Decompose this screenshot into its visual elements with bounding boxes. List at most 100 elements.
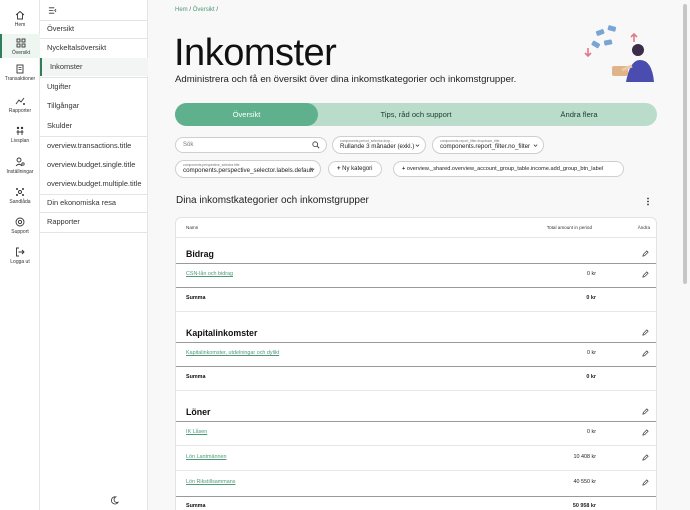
page-subtitle: Administrera och få en översikt över din… — [175, 74, 517, 85]
category-link[interactable]: Lön Lantmännen — [186, 454, 226, 460]
rail-item-support[interactable]: Support — [0, 217, 40, 241]
edit-group-icon[interactable] — [642, 329, 649, 336]
support-icon — [15, 217, 25, 227]
edit-category-icon[interactable] — [642, 454, 649, 461]
add-group-button[interactable]: + overview._shared.overview_account_grou… — [393, 161, 624, 177]
rail-label: Inställningar — [6, 169, 34, 175]
chart-icon — [15, 97, 25, 105]
report-filter-value: components.report_filter.no_filter — [440, 143, 531, 150]
more-options-icon[interactable] — [644, 197, 652, 206]
summa-label: Summa — [186, 374, 206, 380]
rail-item-settings[interactable]: Inställningar — [0, 157, 40, 181]
new-category-button[interactable]: + Ny kategori — [328, 161, 382, 177]
rail-label: Rapporter — [8, 108, 32, 114]
divider — [176, 311, 656, 312]
sandbox-icon — [16, 188, 24, 196]
divider — [176, 421, 656, 422]
rail-label: Sandlåda — [9, 199, 31, 205]
page-title: Inkomster — [174, 32, 337, 74]
tab-bar: Översikt Tips, råd och support Ändra fle… — [175, 103, 657, 126]
category-amount: 0 kr — [587, 271, 596, 277]
divider — [40, 232, 148, 233]
sub-navigation: Översikt Nyckeltalsöversikt Inkomster Ut… — [40, 0, 148, 510]
rail-item-logout[interactable]: Logga ut — [0, 247, 40, 271]
rail-item-home[interactable]: Hem — [0, 10, 40, 34]
group-title: Kapitalinkomster — [186, 328, 258, 338]
period-select[interactable]: components.period_selector.drop... Rulla… — [332, 136, 426, 154]
nav-item-key-figures[interactable]: Nyckeltalsöversikt — [40, 39, 148, 57]
summa-label: Summa — [186, 295, 206, 301]
logout-icon — [16, 247, 25, 257]
edit-category-icon[interactable] — [642, 271, 649, 278]
breadcrumb: Hem / Översikt / — [175, 7, 218, 13]
category-link[interactable]: IK Låsen — [186, 429, 207, 435]
summa-label: Summa — [186, 503, 206, 509]
perspective-select-value: components.perspective_selector.labels.d… — [183, 167, 314, 174]
edit-group-icon[interactable] — [642, 408, 649, 415]
receipt-icon — [16, 64, 24, 74]
nav-item-journey[interactable]: Din ekonomiska resa — [40, 194, 148, 212]
period-select-value: Rullande 3 månader (exkl.) — [340, 143, 415, 150]
rail-label: Logga ut — [10, 259, 30, 265]
breadcrumb-overview[interactable]: Översikt — [193, 7, 215, 13]
rail-label: Support — [11, 229, 29, 235]
new-category-label: Ny kategori — [342, 166, 373, 172]
nav-item-transactions[interactable]: overview.transactions.title — [40, 137, 148, 155]
divider — [176, 366, 656, 367]
nav-item-debts[interactable]: Skulder — [40, 117, 148, 135]
rail-item-sandbox[interactable]: Sandlåda — [0, 187, 40, 211]
category-link[interactable]: Lön Rikstillsammans — [186, 479, 235, 485]
divider — [176, 445, 656, 446]
rail-item-transactions[interactable]: Transaktioner — [0, 64, 40, 88]
tab-edit-multiple[interactable]: Ändra flera — [515, 103, 643, 126]
divider — [176, 287, 656, 288]
divider — [176, 237, 656, 238]
category-link[interactable]: Kapitalinkomster, utdelningar och dylikt — [186, 350, 279, 356]
edit-category-icon[interactable] — [642, 429, 649, 436]
rail-item-overview[interactable]: Översikt — [0, 34, 40, 58]
breadcrumb-separator: / — [189, 7, 192, 13]
nav-item-budget-single[interactable]: overview.budget.single.title — [40, 156, 148, 174]
search-icon[interactable] — [312, 141, 320, 149]
column-header-edit: Ändra — [637, 225, 650, 230]
chevron-down-icon — [415, 144, 420, 147]
nav-item-income[interactable]: Inkomster — [40, 58, 148, 76]
income-table: Namn Total amount in period Ändra Bidrag… — [175, 217, 657, 510]
breadcrumb-separator: / — [216, 7, 219, 13]
rail-label: Översikt — [11, 50, 31, 56]
divider — [176, 342, 656, 343]
edit-category-icon[interactable] — [642, 479, 649, 486]
divider — [176, 390, 656, 391]
rail-item-reports[interactable]: Rapporter — [0, 96, 40, 120]
perspective-select[interactable]: components.perspective_selector.title co… — [175, 160, 321, 178]
nav-item-budget-multiple[interactable]: overview.budget.multiple.title — [40, 175, 148, 193]
divider — [176, 470, 656, 471]
rail-label: Hem — [14, 22, 26, 28]
page-scrollbar[interactable] — [683, 4, 687, 284]
nav-item-reports[interactable]: Rapporter — [40, 213, 148, 231]
edit-category-icon[interactable] — [642, 350, 649, 357]
tab-tips[interactable]: Tips, råd och support — [345, 103, 487, 126]
dashboard-icon — [16, 38, 26, 48]
group-summa: 0 kr — [586, 295, 596, 301]
rail-item-lifeplan[interactable]: Livsplan — [0, 126, 40, 150]
nav-item-expenses[interactable]: Utgifter — [40, 78, 148, 96]
category-amount: 0 kr — [587, 350, 596, 356]
report-filter-select[interactable]: components.report_filter.dropdown_title … — [432, 136, 544, 154]
category-link[interactable]: CSN-lån och bidrag — [186, 271, 233, 277]
home-icon — [15, 10, 25, 20]
nav-item-assets[interactable]: Tillgångar — [40, 97, 148, 115]
group-title: Bidrag — [186, 249, 214, 259]
group-title: Löner — [186, 407, 211, 417]
nav-item-overview[interactable]: Översikt — [40, 20, 148, 38]
tab-overview[interactable]: Översikt — [175, 103, 318, 126]
search-input[interactable]: Sök — [175, 137, 327, 153]
settings-icon — [15, 157, 25, 167]
main-content: Hem / Översikt / Inkomster Administrera … — [148, 0, 681, 510]
dark-mode-icon[interactable] — [110, 496, 119, 505]
collapse-menu-icon[interactable] — [48, 6, 57, 15]
breadcrumb-home[interactable]: Hem — [175, 7, 188, 13]
edit-group-icon[interactable] — [642, 250, 649, 257]
group-summa: 50 958 kr — [572, 503, 596, 509]
column-header-name: Namn — [186, 225, 199, 230]
